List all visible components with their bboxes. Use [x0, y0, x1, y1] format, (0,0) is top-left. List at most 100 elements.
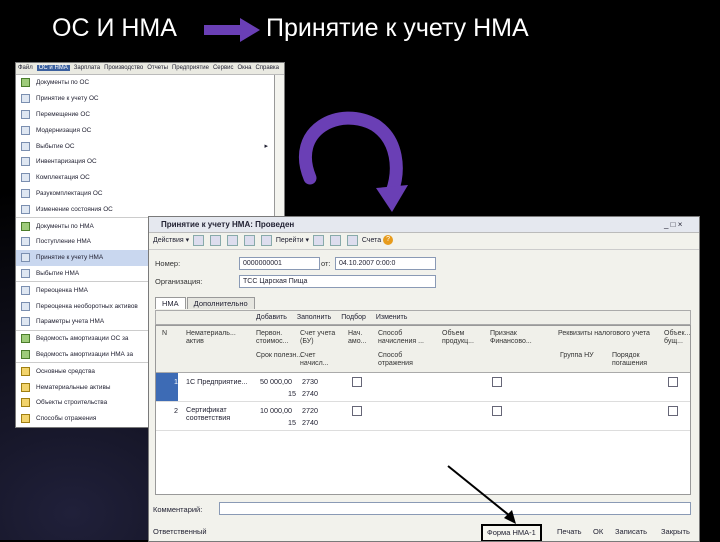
go-menu[interactable]: Перейти — [276, 237, 304, 244]
menubar-item[interactable]: Зарплата — [74, 65, 100, 71]
row-number: 1 — [174, 377, 178, 386]
document-icon — [21, 188, 30, 198]
menu-item-label: Способы отражения — [36, 415, 97, 423]
col-asset: Нематериаль... актив — [186, 330, 236, 345]
menubar-item[interactable]: Окна — [237, 65, 251, 71]
row-asset[interactable]: 1С Предприятие... — [186, 377, 247, 386]
menu-item-label: Принятие к учету ОС — [36, 95, 99, 103]
col-account: Счет учета (БУ) — [300, 330, 336, 345]
catalog-icon — [21, 398, 30, 408]
report-icon[interactable] — [346, 234, 358, 246]
row-cost[interactable]: 50 000,00 — [260, 377, 292, 386]
menu-item-label: Выбытие НМА — [36, 269, 80, 277]
step-one-marker: 1 — [140, 130, 182, 210]
document-icon — [21, 125, 30, 135]
col-tax-group: Группа НУ — [560, 352, 594, 359]
structure-icon[interactable] — [313, 234, 324, 246]
col-cost: Первон. стоимос... — [256, 330, 289, 345]
document-icon — [21, 237, 30, 247]
col-tax-details: Реквизиты налогового учета — [558, 330, 650, 337]
menu-item-label: Перемещение ОС — [36, 110, 90, 118]
menu-item[interactable]: Принятие к учету ОС — [16, 91, 274, 107]
amort-checkbox[interactable] — [352, 377, 362, 387]
print-button[interactable]: Печать — [557, 522, 582, 541]
actions-menu[interactable]: Действия — [153, 237, 184, 244]
menu-item-label: Документы по ОС — [36, 79, 90, 87]
menubar-item[interactable]: Предприятие — [172, 65, 209, 71]
col-amort-start: Нач. амо... — [348, 330, 367, 345]
tab-nma[interactable]: НМА — [155, 297, 186, 309]
col-amort-account: Счет начисл... — [300, 352, 329, 367]
col-reflection: Способ отражения — [378, 352, 413, 367]
menubar-item[interactable]: Файл — [18, 65, 33, 71]
menu-item-label: Документы по НМА — [36, 222, 94, 230]
row-cost[interactable]: 10 000,00 — [260, 406, 292, 415]
tab-additional[interactable]: Дополнительно — [186, 297, 255, 309]
menu-item-label: Переоценка необоротных активов — [36, 302, 138, 310]
table-toolbar: Добавить Заполнить Подбор Изменить — [155, 310, 691, 325]
amort-checkbox[interactable] — [352, 406, 362, 416]
row-asset[interactable]: Сертификат соответствия — [186, 406, 250, 422]
edit-button[interactable]: Изменить — [376, 314, 408, 321]
menu-item-label: Основные средства — [36, 367, 95, 375]
menu-item-label: Изменение состояния ОС — [36, 205, 113, 213]
close-button[interactable]: Закрыть — [661, 522, 690, 541]
add-button[interactable]: Добавить — [256, 314, 287, 321]
number-label: Номер: — [155, 259, 181, 268]
report-icon — [21, 221, 30, 231]
window-controls[interactable]: _ □ × — [664, 217, 682, 232]
row-amort-account[interactable]: 2740 — [302, 389, 318, 398]
save-icon[interactable] — [193, 234, 205, 246]
menubar-item[interactable]: ОС и НМА — [36, 65, 70, 71]
document-icon — [21, 109, 30, 119]
comment-label: Комментарий: — [153, 505, 203, 514]
row-number: 2 — [174, 406, 178, 415]
menu-item-label: Параметры учета НМА — [36, 318, 105, 326]
step-one-text: 1 — [140, 130, 182, 210]
object-checkbox[interactable] — [668, 406, 678, 416]
copy-icon[interactable] — [243, 234, 255, 246]
organization-field[interactable]: ТСС Царская Пища — [239, 275, 436, 288]
refresh-icon[interactable] — [260, 234, 272, 246]
post-icon[interactable] — [210, 234, 222, 246]
menubar-item[interactable]: Сервис — [213, 65, 234, 71]
menubar-item[interactable]: Справка — [255, 65, 279, 71]
row-account[interactable]: 2720 — [302, 406, 318, 415]
menu-item[interactable]: Перемещение ОС — [16, 107, 274, 123]
accounts-button[interactable]: Счета — [362, 237, 381, 244]
menubar-item[interactable]: Отчеты — [147, 65, 168, 71]
menubar-item[interactable]: Производство — [104, 65, 143, 71]
select-button[interactable]: Подбор — [341, 314, 366, 321]
form-title: Принятие к учету НМА: Проведен — [161, 220, 295, 229]
menu-item-label: Разукомплектация ОС — [36, 189, 103, 197]
document-icon — [21, 317, 30, 327]
ok-button[interactable]: ОК — [593, 522, 603, 541]
date-field[interactable]: 04.10.2007 0:00:0 — [335, 257, 436, 270]
financial-checkbox[interactable] — [492, 406, 502, 416]
object-checkbox[interactable] — [668, 377, 678, 387]
col-method: Способ начисления ... — [378, 330, 424, 345]
row-account[interactable]: 2730 — [302, 377, 318, 386]
curved-arrow-icon — [298, 111, 408, 212]
dt-kt-icon[interactable] — [329, 234, 341, 246]
help-icon[interactable]: ? — [383, 235, 394, 246]
number-field[interactable]: 0000000001 — [239, 257, 320, 270]
col-useful-life: Срок полезн... — [256, 352, 303, 359]
col-volume: Объем продукц... — [442, 330, 474, 345]
save-button[interactable]: Записать — [615, 522, 647, 541]
financial-checkbox[interactable] — [492, 377, 502, 387]
catalog-icon — [21, 382, 30, 392]
unpost-icon[interactable] — [226, 234, 238, 246]
submenu-arrow-icon: ▸ — [264, 143, 268, 151]
menu-item[interactable]: Документы по ОС — [16, 75, 274, 91]
col-n: N — [162, 330, 168, 337]
menu-item-label: Модернизация ОС — [36, 126, 92, 134]
fill-button[interactable]: Заполнить — [297, 314, 331, 321]
row-useful-life[interactable]: 15 — [288, 418, 296, 427]
menu-item-label: Выбытие ОС — [36, 142, 75, 150]
row-amort-account[interactable]: 2740 — [302, 418, 318, 427]
document-icon — [21, 173, 30, 183]
row-useful-life[interactable]: 15 — [288, 389, 296, 398]
document-icon — [21, 157, 30, 167]
date-label: от: — [321, 259, 331, 268]
